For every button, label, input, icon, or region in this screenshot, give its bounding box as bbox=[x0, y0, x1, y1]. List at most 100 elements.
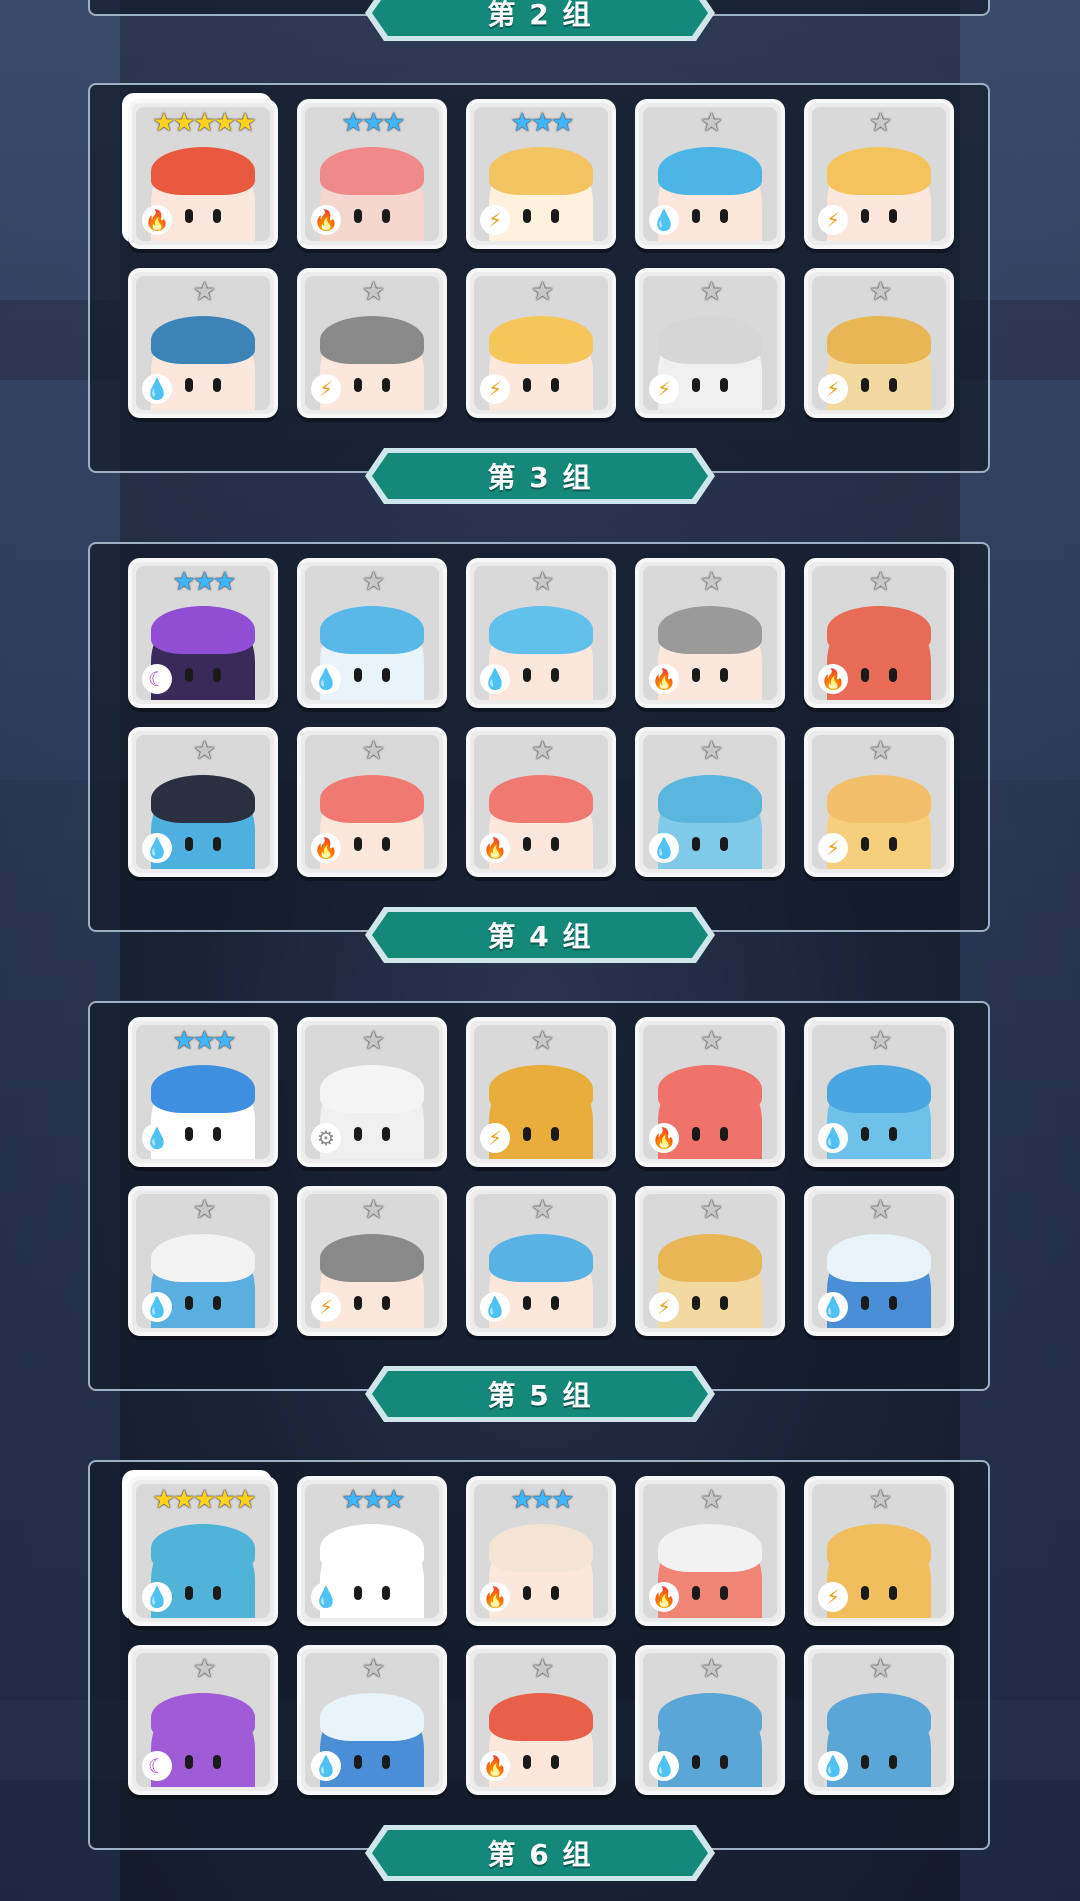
hero-eye bbox=[692, 1127, 700, 1141]
hero-eye bbox=[692, 209, 700, 223]
star-rating-icon: ★ bbox=[868, 567, 892, 597]
hero-card[interactable]: ★ ⚙ bbox=[297, 1017, 447, 1167]
hero-eye bbox=[354, 1755, 362, 1769]
star-rating-icon: ★★★ bbox=[510, 1485, 575, 1515]
hero-card[interactable]: ★ 💧 bbox=[635, 727, 785, 877]
hero-eye bbox=[889, 209, 897, 223]
hero-eye bbox=[523, 1755, 531, 1769]
hero-card[interactable]: ★ ⚡ bbox=[466, 1017, 616, 1167]
hero-hair bbox=[827, 775, 931, 823]
hero-card[interactable]: ★ ☾ bbox=[128, 1645, 278, 1795]
hero-eye bbox=[692, 1296, 700, 1310]
water-element-icon: 💧 bbox=[311, 664, 341, 694]
hero-hair bbox=[151, 316, 255, 364]
lightning-element-icon: ⚡ bbox=[818, 833, 848, 863]
hero-card-inner: ★★★★★ 💧 bbox=[136, 1484, 270, 1618]
hero-card[interactable]: ★ ⚡ bbox=[804, 99, 954, 249]
hero-card[interactable]: ★ 🔥 bbox=[635, 1017, 785, 1167]
hero-card[interactable]: ★ 💧 bbox=[466, 558, 616, 708]
hero-card[interactable]: ★★★★★ 💧 bbox=[128, 1476, 278, 1626]
hero-card[interactable]: ★ ⚡ bbox=[466, 268, 616, 418]
hero-eye bbox=[720, 668, 728, 682]
hero-card-inner: ★ ⚡ bbox=[812, 107, 946, 241]
hero-card-inner: ★ 💧 bbox=[474, 566, 608, 700]
hero-card-inner: ★ 🔥 bbox=[474, 1653, 608, 1787]
hero-eye bbox=[551, 668, 559, 682]
star-rating-icon: ★ bbox=[192, 1195, 216, 1225]
hero-card-inner: ★ ⚡ bbox=[305, 1194, 439, 1328]
hero-card[interactable]: ★ 💧 bbox=[804, 1186, 954, 1336]
hero-eye bbox=[354, 837, 362, 851]
hero-card[interactable]: ★★★ ⚡ bbox=[466, 99, 616, 249]
star-rating-icon: ★ bbox=[699, 1195, 723, 1225]
hero-card[interactable]: ★ 💧 bbox=[128, 268, 278, 418]
hero-card[interactable]: ★ 💧 bbox=[466, 1186, 616, 1336]
star-rating-icon: ★ bbox=[868, 277, 892, 307]
hero-card[interactable]: ★ 💧 bbox=[804, 1645, 954, 1795]
hero-card[interactable]: ★ 🔥 bbox=[635, 558, 785, 708]
hero-card[interactable]: ★ 💧 bbox=[128, 1186, 278, 1336]
water-element-icon: 💧 bbox=[311, 1751, 341, 1781]
group-label-text: 第 3 组 bbox=[487, 461, 593, 494]
hero-card-inner: ★ ⚡ bbox=[474, 276, 608, 410]
hero-card-inner: ★ 🔥 bbox=[643, 566, 777, 700]
hero-card[interactable]: ★ 🔥 bbox=[466, 1645, 616, 1795]
hero-card[interactable]: ★ ⚡ bbox=[635, 1186, 785, 1336]
hero-eye bbox=[861, 1127, 869, 1141]
hero-card[interactable]: ★★★ 🔥 bbox=[297, 99, 447, 249]
hero-eye bbox=[692, 1586, 700, 1600]
star-rating-icon: ★ bbox=[868, 736, 892, 766]
hero-hair bbox=[151, 147, 255, 195]
hero-card[interactable]: ★ ⚡ bbox=[804, 268, 954, 418]
hero-hair bbox=[320, 775, 424, 823]
hero-eye bbox=[382, 1755, 390, 1769]
hero-card[interactable]: ★★★ 🔥 bbox=[466, 1476, 616, 1626]
hero-card[interactable]: ★ ⚡ bbox=[804, 1476, 954, 1626]
hero-eye bbox=[720, 837, 728, 851]
hero-card[interactable]: ★ 🔥 bbox=[635, 1476, 785, 1626]
hero-card[interactable]: ★ ⚡ bbox=[297, 1186, 447, 1336]
hero-card[interactable]: ★ 💧 bbox=[635, 1645, 785, 1795]
star-rating-icon: ★ bbox=[868, 1026, 892, 1056]
star-rating-icon: ★ bbox=[361, 1195, 385, 1225]
star-rating-icon: ★ bbox=[868, 108, 892, 138]
hero-eye bbox=[889, 1586, 897, 1600]
hero-eye bbox=[861, 1755, 869, 1769]
hero-card-inner: ★ 💧 bbox=[812, 1194, 946, 1328]
hero-card[interactable]: ★ 💧 bbox=[297, 558, 447, 708]
hero-card[interactable]: ★★★ ☾ bbox=[128, 558, 278, 708]
hero-card[interactable]: ★ ⚡ bbox=[635, 268, 785, 418]
hero-hair bbox=[489, 775, 593, 823]
card-grid: ★★★★★ 💧 ★★★ 💧 ★★★ 🔥 ★ 🔥 ★ ⚡ ★ ☾ ★ 💧 ★ 🔥 ★ 💧 ★ 💧 bbox=[128, 1476, 954, 1795]
hero-card[interactable]: ★ 💧 bbox=[804, 1017, 954, 1167]
lightning-element-icon: ⚡ bbox=[649, 1292, 679, 1322]
hero-card[interactable]: ★ ⚡ bbox=[804, 727, 954, 877]
hero-hair bbox=[827, 147, 931, 195]
hero-eye bbox=[185, 1296, 193, 1310]
hero-card-inner: ★ 🔥 bbox=[474, 735, 608, 869]
hero-eye bbox=[523, 209, 531, 223]
hero-card[interactable]: ★★★ 💧 bbox=[128, 1017, 278, 1167]
hero-card[interactable]: ★★★★★ 🔥 bbox=[128, 99, 278, 249]
group-label-banner: 第 2 组 bbox=[362, 0, 718, 44]
card-grid: ★★★ ☾ ★ 💧 ★ 💧 ★ 🔥 ★ 🔥 ★ 💧 ★ 🔥 ★ 🔥 ★ 💧 ★ ⚡ bbox=[128, 558, 954, 877]
hero-hair bbox=[489, 606, 593, 654]
hero-card[interactable]: ★ 🔥 bbox=[466, 727, 616, 877]
hero-hair bbox=[658, 1065, 762, 1113]
hero-card[interactable]: ★ 🔥 bbox=[297, 727, 447, 877]
hero-card[interactable]: ★ ⚡ bbox=[297, 268, 447, 418]
group-label-banner: 第 4 组 bbox=[362, 904, 718, 966]
hero-card[interactable]: ★ 💧 bbox=[297, 1645, 447, 1795]
hero-card[interactable]: ★ 💧 bbox=[128, 727, 278, 877]
star-rating-icon: ★ bbox=[361, 277, 385, 307]
star-rating-icon: ★ bbox=[530, 567, 554, 597]
hero-card-inner: ★ 💧 bbox=[812, 1025, 946, 1159]
hero-card[interactable]: ★ 💧 bbox=[635, 99, 785, 249]
star-rating-icon: ★ bbox=[868, 1195, 892, 1225]
hero-card[interactable]: ★★★ 💧 bbox=[297, 1476, 447, 1626]
star-rating-icon: ★★★ bbox=[341, 1485, 406, 1515]
hero-card-inner: ★ ⚡ bbox=[812, 276, 946, 410]
fire-element-icon: 🔥 bbox=[142, 205, 172, 235]
hero-card[interactable]: ★ 🔥 bbox=[804, 558, 954, 708]
star-rating-icon: ★ bbox=[530, 1195, 554, 1225]
